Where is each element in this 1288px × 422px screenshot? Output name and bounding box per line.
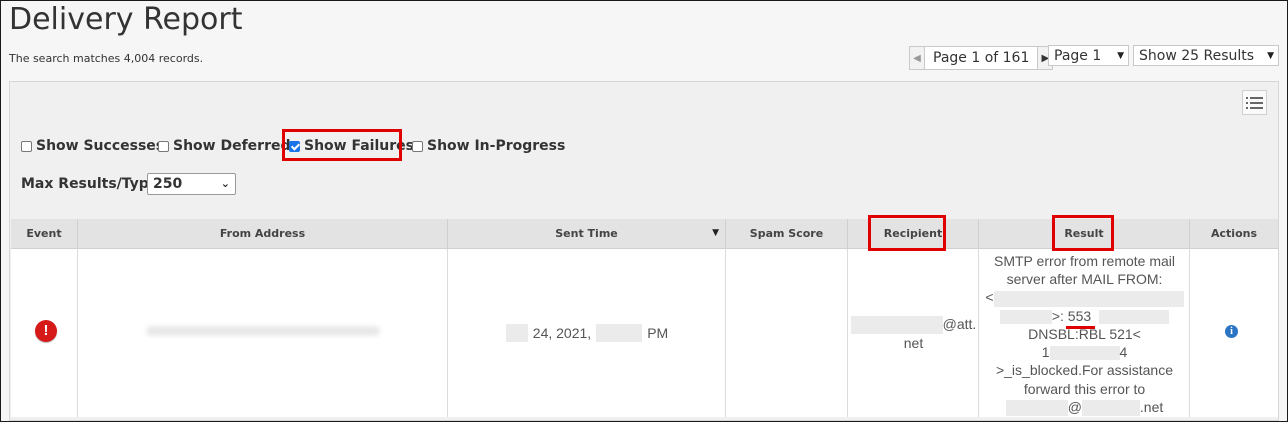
max-results-label: Max Results/Type: <box>21 176 164 192</box>
recipient-text: @att. net <box>848 315 979 352</box>
column-header-sent-time[interactable]: Sent Time ▼ <box>448 219 726 248</box>
recipient-domain: @att. <box>942 316 977 332</box>
page-select-value: Page 1 <box>1054 48 1102 64</box>
actions-cell: i <box>1190 249 1278 417</box>
result-line: 1 <box>1041 344 1050 361</box>
results-per-page-value: Show 25 Results <box>1139 48 1255 64</box>
highlight-box-failures <box>282 129 402 161</box>
error-code: 553 <box>1065 307 1096 330</box>
sent-time-cell: 24, 2021, PM <box>448 249 726 417</box>
redacted-email-domain <box>1081 400 1140 417</box>
show-successes-label: Show Successes <box>36 138 165 154</box>
column-list-button[interactable] <box>1242 90 1267 115</box>
show-successes-checkbox[interactable]: Show Successes <box>21 138 164 154</box>
event-cell: ! <box>11 249 78 417</box>
column-header-event[interactable]: Event <box>11 219 78 248</box>
redacted-text <box>1099 310 1170 324</box>
table-row[interactable]: ! 24, 2021, PM @att. net SMTP error from… <box>11 249 1278 417</box>
results-per-page-select[interactable]: Show 25 Results ▼ <box>1133 45 1279 66</box>
spam-score-cell <box>726 249 848 417</box>
result-line: @ <box>1067 398 1082 415</box>
redacted-ip <box>1049 346 1120 361</box>
highlight-box-result <box>1052 215 1114 251</box>
result-line: >_is_blocked.For assistance <box>995 362 1174 379</box>
info-icon[interactable]: i <box>1225 325 1238 338</box>
result-line: .net <box>1139 398 1164 415</box>
prev-page-icon[interactable]: ◀ <box>910 47 925 69</box>
result-line: forward this error to <box>1023 380 1146 397</box>
chevron-down-icon: ▼ <box>1117 51 1124 61</box>
show-in-progress-label: Show In-Progress <box>427 138 566 154</box>
max-results-value: 250 <box>153 176 183 192</box>
column-header-actions: Actions <box>1211 227 1257 240</box>
redacted-sender <box>999 310 1052 324</box>
checkbox-icon[interactable] <box>412 140 423 152</box>
sort-desc-icon[interactable]: ▼ <box>712 219 719 248</box>
show-deferred-checkbox[interactable]: Show Deferred <box>158 138 291 154</box>
chevron-down-icon: ⌄ <box>220 177 230 190</box>
record-count: The search matches 4,004 records. <box>9 52 204 65</box>
column-header-spam-score[interactable]: Spam Score <box>726 219 848 248</box>
result-line: server after MAIL FROM: <box>1006 271 1163 288</box>
column-header-from-address[interactable]: From Address <box>78 219 448 248</box>
sent-time-text: 24, 2021, PM <box>448 249 726 417</box>
checkbox-icon[interactable] <box>21 140 32 152</box>
result-cell: SMTP error from remote mail server after… <box>979 249 1190 417</box>
sent-time-suffix: PM <box>647 325 669 341</box>
pager: ◀ Page 1 of 161 ▶ <box>909 46 1054 70</box>
error-icon: ! <box>35 320 57 342</box>
redacted-from-address <box>146 326 380 336</box>
redacted-email-user <box>1005 400 1068 417</box>
page-title: Delivery Report <box>9 2 243 37</box>
show-in-progress-checkbox[interactable]: Show In-Progress <box>412 138 565 154</box>
redacted-time <box>596 324 643 342</box>
from-address-cell <box>78 249 448 417</box>
redacted-month <box>505 324 528 342</box>
sent-time-header-label: Sent Time <box>555 227 618 240</box>
redacted-sender <box>993 290 1184 307</box>
pager-label: Page 1 of 161 <box>933 50 1030 66</box>
result-line: < <box>985 289 994 306</box>
max-results-select[interactable]: 250 ⌄ <box>147 173 236 195</box>
result-line: >: <box>1051 307 1068 324</box>
highlight-box-recipient <box>868 215 946 251</box>
checkbox-icon[interactable] <box>158 140 169 152</box>
recipient-tld: net <box>903 335 924 352</box>
result-line: SMTP error from remote mail <box>994 253 1175 269</box>
page-select[interactable]: Page 1 ▼ <box>1048 45 1129 66</box>
redacted-recipient <box>850 316 943 335</box>
recipient-cell: @att. net <box>848 249 979 417</box>
list-icon <box>1246 96 1263 109</box>
chevron-down-icon: ▼ <box>1267 51 1274 61</box>
result-line: 4 <box>1119 344 1128 361</box>
show-deferred-label: Show Deferred <box>173 138 291 154</box>
sent-time-middle: 24, 2021, <box>532 325 592 341</box>
result-text: SMTP error from remote mail server after… <box>981 252 1188 417</box>
